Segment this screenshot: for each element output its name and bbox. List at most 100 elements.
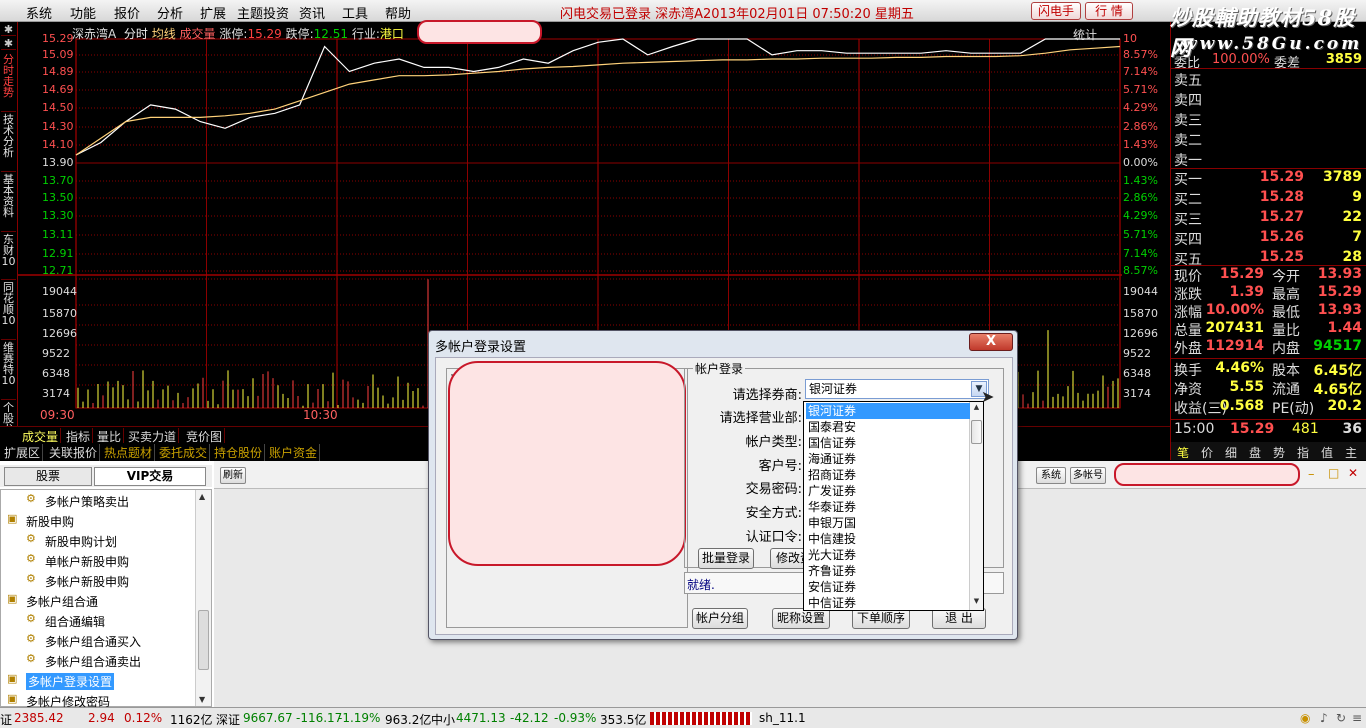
refresh-button[interactable]: 刷新 <box>220 467 246 484</box>
broker-dropdown-list[interactable]: ▲ ▼ 银河证券 国泰君安 国信证券 海通证券 招商证券 广发证券 华泰证券 申银万国 中信建投… <box>803 401 984 611</box>
tree-item[interactable]: 单帐户新股申购 <box>45 553 129 570</box>
broker-option[interactable]: 齐鲁证券 <box>806 563 970 579</box>
order-sequence-button[interactable]: 下单顺序 <box>852 608 910 629</box>
tab-positions[interactable]: 持仓股份 <box>212 444 266 461</box>
menu-extend[interactable]: 扩展 <box>200 3 226 22</box>
percent-tick-label: 5.71% <box>1123 83 1158 96</box>
settings-icon-2[interactable]: ✱ <box>1 38 16 50</box>
dropdown-scrollbar[interactable]: ▲ ▼ <box>969 402 983 610</box>
tree-item[interactable]: 多帐户策略卖出 <box>45 493 129 510</box>
tab-extension[interactable]: 扩展区 <box>2 444 44 461</box>
sell-level-row[interactable]: 卖一 <box>1174 150 1364 169</box>
settings-icon[interactable]: ✱ <box>1 24 16 36</box>
dialog-close-button[interactable]: X <box>969 333 1013 351</box>
scroll-thumb[interactable] <box>971 420 982 444</box>
tree-item[interactable]: 新股申购 <box>26 513 74 530</box>
close-icon[interactable]: ✕ <box>1348 466 1358 480</box>
buy-level-row[interactable]: 买一 15.29 3789 <box>1174 169 1364 188</box>
network-icon[interactable]: ◉ <box>1300 711 1310 725</box>
zx-index[interactable]: 4471.13 <box>456 711 506 725</box>
exit-button[interactable]: 退 出 <box>932 608 986 629</box>
stat-value: 0.568 <box>1219 398 1264 414</box>
tab-intraday[interactable]: 分时走势 <box>1 54 16 112</box>
tab-related-quote[interactable]: 关联报价 <box>47 444 101 461</box>
menu-system[interactable]: 系统 <box>26 3 52 22</box>
flash-trade-button[interactable]: 闪电手 <box>1031 2 1081 20</box>
tab-hot-topic[interactable]: 热点题材 <box>102 444 156 461</box>
tree-item[interactable]: 组合通编辑 <box>45 613 105 630</box>
batch-login-button[interactable]: 批量登录 <box>698 548 754 569</box>
buy-level-row[interactable]: 买四 15.26 7 <box>1174 229 1364 248</box>
system-button[interactable]: 系统 <box>1036 467 1066 484</box>
broker-select[interactable]: 银河证券 ▼ <box>805 379 989 399</box>
quote-tab[interactable]: 价 <box>1201 444 1213 461</box>
quote-tab[interactable]: 盘 <box>1249 444 1261 461</box>
tree-item[interactable]: 多帐户新股申购 <box>45 573 129 590</box>
sh-index[interactable]: 2385.42 <box>14 711 64 725</box>
sell-level-row[interactable]: 卖四 <box>1174 90 1364 109</box>
quote-tab[interactable]: 值 <box>1321 444 1333 461</box>
tab-stock[interactable]: 股票 <box>4 467 92 486</box>
tree-item[interactable]: 多帐户组合通 <box>26 593 98 610</box>
scroll-down-icon[interactable]: ▼ <box>199 695 205 704</box>
menu-quote[interactable]: 报价 <box>114 3 140 22</box>
tab-funds[interactable]: 账户资金 <box>267 444 321 461</box>
tab-technical[interactable]: 技术分析 <box>1 114 16 172</box>
minimize-icon[interactable]: – <box>1308 467 1315 482</box>
quote-tab[interactable]: 细 <box>1225 444 1237 461</box>
multi-account-button[interactable]: 多帐号 <box>1070 467 1106 484</box>
broker-option[interactable]: 招商证券 <box>806 467 970 483</box>
menu-help[interactable]: 帮助 <box>385 3 411 22</box>
tab-wisdom[interactable]: 维赛特10 <box>1 342 16 400</box>
tree-scrollbar[interactable]: ▲ ▼ <box>195 490 211 706</box>
tab-eastmoney[interactable]: 东财10 <box>1 234 16 280</box>
tree-item[interactable]: 多帐户组合通买入 <box>45 633 141 650</box>
menu-news[interactable]: 资讯 <box>299 3 325 22</box>
maximize-icon[interactable]: □ <box>1328 466 1339 480</box>
broker-option[interactable]: 申银万国 <box>806 515 970 531</box>
quote-button[interactable]: 行 情 <box>1085 2 1133 20</box>
tree-item[interactable]: 多帐户组合通卖出 <box>45 653 141 670</box>
buy-level-row[interactable]: 买二 15.28 9 <box>1174 189 1364 208</box>
broker-option[interactable]: 广发证券 <box>806 483 970 499</box>
tab-orders[interactable]: 委托成交 <box>157 444 211 461</box>
sell-level-row[interactable]: 卖三 <box>1174 110 1364 129</box>
broker-option[interactable]: 中信建投 <box>806 531 970 547</box>
scroll-up-icon[interactable]: ▲ <box>199 492 205 501</box>
broker-option[interactable]: 国泰君安 <box>806 419 970 435</box>
quote-tab[interactable]: 指 <box>1297 444 1309 461</box>
broker-option[interactable]: 安信证券 <box>806 579 970 595</box>
tab-10jqka[interactable]: 同花顺10 <box>1 282 16 340</box>
broker-option[interactable]: 银河证券 <box>806 403 970 419</box>
menu-tools[interactable]: 工具 <box>342 3 368 22</box>
tick-row[interactable]: 15:00 15.29 481 36 <box>1174 421 1364 440</box>
quote-tab[interactable]: 主 <box>1345 444 1357 461</box>
tree-item[interactable]: 多帐户登录设置 <box>26 673 115 690</box>
menu-theme-invest[interactable]: 主题投资 <box>237 3 289 22</box>
scroll-up-icon[interactable]: ▲ <box>971 403 982 415</box>
broker-option[interactable]: 华泰证券 <box>806 499 970 515</box>
buy-level-row[interactable]: 买三 15.27 22 <box>1174 209 1364 228</box>
menu-analysis[interactable]: 分析 <box>157 3 183 22</box>
speaker-icon[interactable]: ♪ <box>1320 711 1328 725</box>
scroll-thumb[interactable] <box>198 610 209 670</box>
tab-vip-trade[interactable]: VIP交易 <box>94 467 206 486</box>
account-group-button[interactable]: 帐户分组 <box>692 608 748 629</box>
broker-option[interactable]: 海通证券 <box>806 451 970 467</box>
quote-tab[interactable]: 笔 <box>1177 444 1189 461</box>
sell-level-row[interactable]: 卖二 <box>1174 130 1364 149</box>
broker-option[interactable]: 国信证券 <box>806 435 970 451</box>
tree-item[interactable]: 新股申购计划 <box>45 533 117 550</box>
nickname-button[interactable]: 昵称设置 <box>772 608 830 629</box>
refresh-icon[interactable]: ↻ <box>1336 711 1346 725</box>
menu-icon[interactable]: ≡ <box>1352 711 1362 725</box>
sell-level-row[interactable]: 卖五 <box>1174 70 1364 89</box>
tab-fundamentals[interactable]: 基本资料 <box>1 174 16 232</box>
stats-label[interactable]: 统计 <box>1073 26 1097 43</box>
menu-function[interactable]: 功能 <box>70 3 96 22</box>
quote-tab[interactable]: 势 <box>1273 444 1285 461</box>
broker-option[interactable]: 中信证券 <box>806 595 970 610</box>
scroll-down-icon[interactable]: ▼ <box>971 597 982 609</box>
broker-option[interactable]: 光大证券 <box>806 547 970 563</box>
sz-index[interactable]: 9667.67 <box>243 711 293 725</box>
